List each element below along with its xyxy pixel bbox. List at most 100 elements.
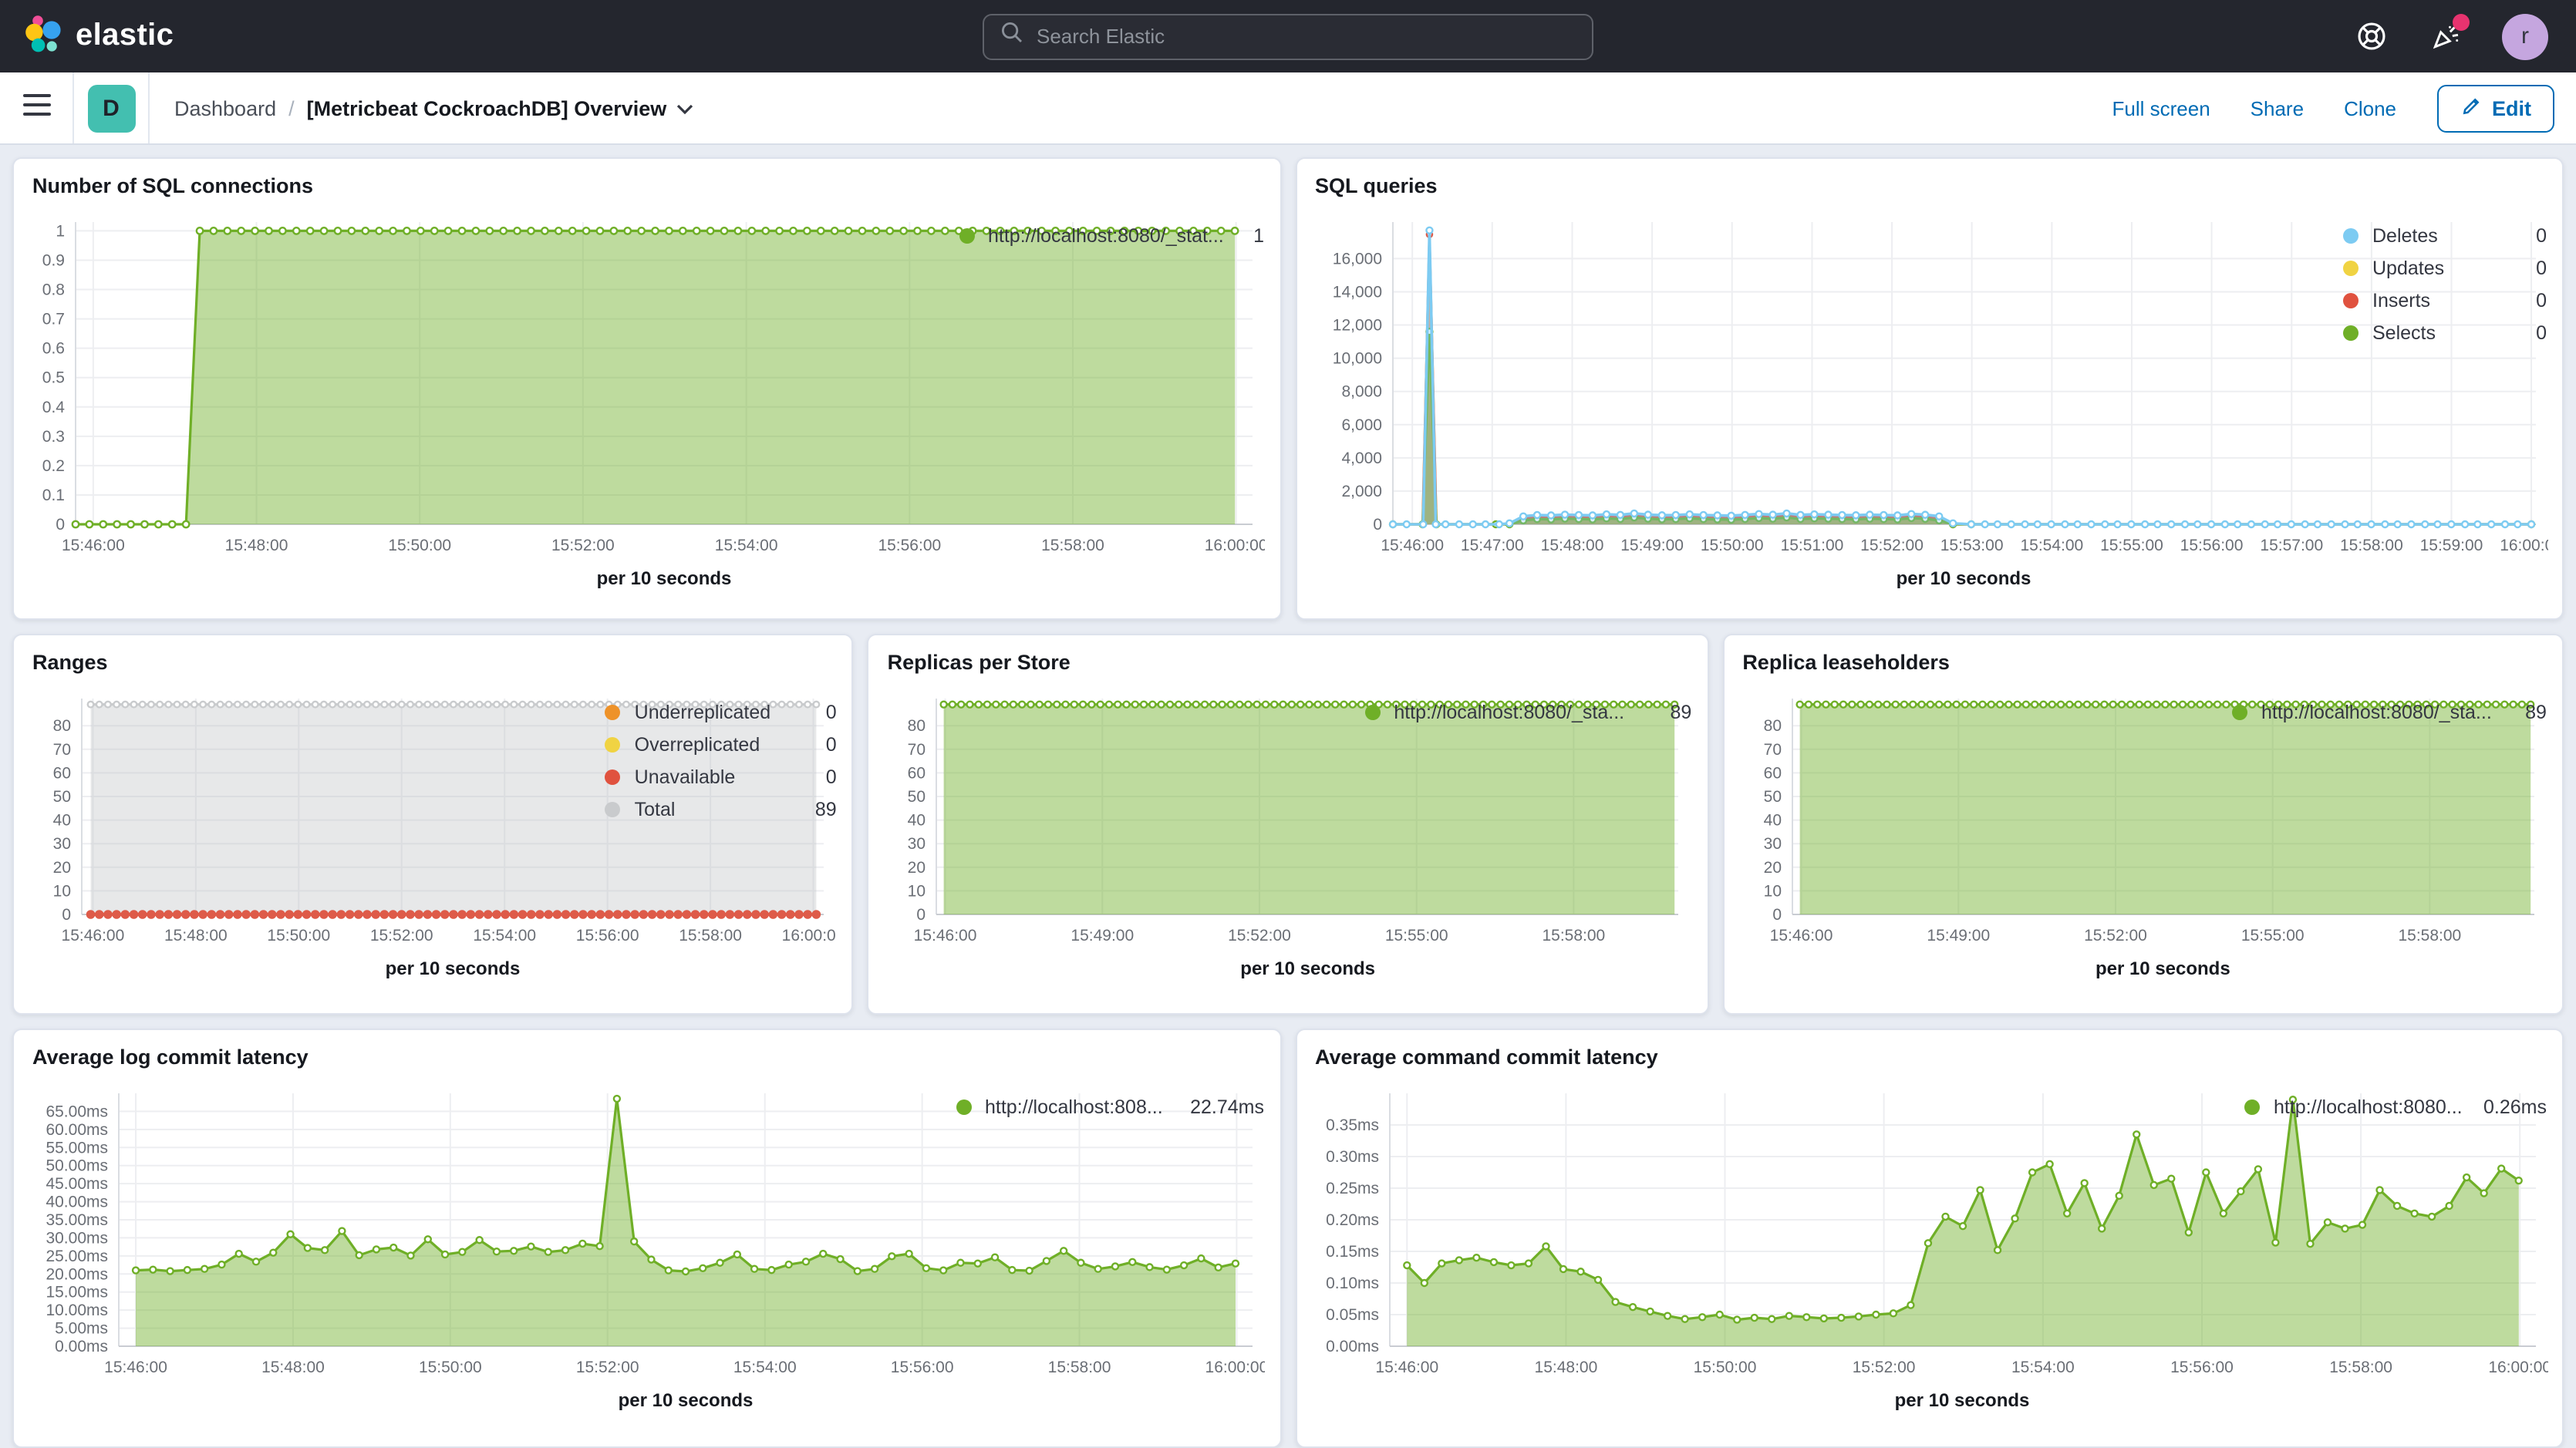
panel-number-of-sql-connections: Number of SQL connections 00.10.20.30.40… xyxy=(12,157,1281,620)
svg-text:0.5: 0.5 xyxy=(42,369,65,387)
svg-text:0: 0 xyxy=(1372,516,1381,534)
chart-canvas-command-commit-latency[interactable]: 0.00ms0.05ms0.10ms0.15ms0.20ms0.25ms0.30… xyxy=(1312,1078,2244,1386)
notification-dot xyxy=(2453,13,2470,30)
svg-text:0.25ms: 0.25ms xyxy=(1325,1180,1378,1197)
share-button[interactable]: Share xyxy=(2251,96,2304,120)
panel-title[interactable]: Replica leaseholders xyxy=(1742,651,2547,674)
panel-title[interactable]: Ranges xyxy=(32,651,837,674)
legend-item[interactable]: Underreplicated0 xyxy=(605,695,837,728)
panel-replicas-per-store: Replicas per Store 0102030405060708015:4… xyxy=(868,634,1709,1015)
svg-text:40: 40 xyxy=(1763,812,1781,830)
chart-canvas-sql-connections[interactable]: 00.10.20.30.40.50.60.70.80.9115:46:0015:… xyxy=(29,207,959,564)
svg-text:0.9: 0.9 xyxy=(42,251,65,269)
svg-text:60.00ms: 60.00ms xyxy=(46,1121,108,1139)
svg-text:0.10ms: 0.10ms xyxy=(1325,1275,1378,1292)
legend-item[interactable]: http://localhost:8080/_sta...89 xyxy=(2232,695,2547,728)
help-icon[interactable] xyxy=(2354,19,2388,53)
elastic-logo-icon xyxy=(22,11,62,62)
svg-text:0.7: 0.7 xyxy=(42,311,65,328)
svg-text:15:48:00: 15:48:00 xyxy=(164,927,228,945)
legend-value: 0 xyxy=(2524,322,2547,343)
newsfeed-icon[interactable] xyxy=(2428,19,2462,53)
legend-item[interactable]: Updates0 xyxy=(2343,251,2547,284)
svg-text:15:49:00: 15:49:00 xyxy=(1927,927,1990,945)
legend-item[interactable]: http://localhost:8080/_stat...1 xyxy=(959,219,1264,251)
svg-text:30: 30 xyxy=(908,835,926,853)
breadcrumb-dashboard[interactable]: Dashboard xyxy=(174,96,276,120)
svg-text:65.00ms: 65.00ms xyxy=(46,1103,108,1120)
user-avatar[interactable]: r xyxy=(2502,13,2548,59)
svg-text:15:54:00: 15:54:00 xyxy=(2011,1359,2074,1376)
legend-item[interactable]: Overreplicated0 xyxy=(605,728,837,760)
legend-item[interactable]: Deletes0 xyxy=(2343,219,2547,251)
chart-canvas-log-commit-latency[interactable]: 0.00ms5.00ms10.00ms15.00ms20.00ms25.00ms… xyxy=(29,1078,956,1386)
svg-text:15:48:00: 15:48:00 xyxy=(1534,1359,1597,1376)
panel-title[interactable]: Number of SQL connections xyxy=(32,174,1264,197)
svg-text:8,000: 8,000 xyxy=(1340,383,1381,401)
panel-title[interactable]: Replicas per Store xyxy=(888,651,1692,674)
svg-text:0.00ms: 0.00ms xyxy=(1325,1338,1378,1355)
panel-title[interactable]: Average log commit latency xyxy=(32,1046,1264,1069)
global-search[interactable] xyxy=(983,13,1593,59)
legend-item[interactable]: Inserts0 xyxy=(2343,284,2547,316)
legend-item[interactable]: Unavailable0 xyxy=(605,760,837,793)
menu-button[interactable] xyxy=(0,72,72,143)
svg-text:14,000: 14,000 xyxy=(1332,283,1381,301)
legend-swatch-icon xyxy=(2232,704,2247,719)
svg-text:70: 70 xyxy=(908,741,926,759)
svg-text:30: 30 xyxy=(53,835,71,853)
svg-text:15:46:00: 15:46:00 xyxy=(62,927,125,945)
svg-text:0: 0 xyxy=(62,906,71,924)
chevron-down-icon[interactable] xyxy=(676,96,694,120)
chart-legend: http://localhost:8080/_sta...89 xyxy=(2232,683,2547,979)
legend-item[interactable]: http://localhost:8080...0.26ms xyxy=(2244,1090,2547,1123)
panel-title[interactable]: Average command commit latency xyxy=(1315,1046,2547,1069)
svg-text:15:50:00: 15:50:00 xyxy=(388,537,451,554)
svg-text:15:54:00: 15:54:00 xyxy=(2019,537,2082,554)
chart-canvas-sql-queries[interactable]: 02,0004,0006,0008,00010,00012,00014,0001… xyxy=(1312,207,2343,564)
search-input[interactable] xyxy=(1037,25,1576,48)
panel-title[interactable]: SQL queries xyxy=(1315,174,2547,197)
legend-item[interactable]: Total 89 xyxy=(605,793,837,825)
svg-text:0.30ms: 0.30ms xyxy=(1325,1148,1378,1166)
legend-swatch-icon xyxy=(605,801,621,817)
legend-value: 89 xyxy=(2513,701,2547,722)
legend-label: Total xyxy=(635,798,676,820)
chart-canvas-replicas-per-store[interactable]: 0102030405060708015:46:0015:49:0015:52:0… xyxy=(885,683,1365,955)
legend-item[interactable]: http://localhost:808...22.74ms xyxy=(956,1090,1264,1123)
svg-text:15:46:00: 15:46:00 xyxy=(62,537,125,554)
svg-text:0.4: 0.4 xyxy=(42,399,66,416)
dashboard-badge-cell: D xyxy=(74,72,148,143)
legend-label: Deletes xyxy=(2372,224,2438,246)
legend-value: 0 xyxy=(2524,257,2547,278)
panel-replica-leaseholders: Replica leaseholders 0102030405060708015… xyxy=(1722,634,2564,1015)
chart-canvas-replica-leaseholders[interactable]: 0102030405060708015:46:0015:49:0015:52:0… xyxy=(1739,683,2232,955)
svg-text:0.00ms: 0.00ms xyxy=(55,1338,108,1355)
legend-item[interactable]: http://localhost:8080/_sta...89 xyxy=(1364,695,1691,728)
dashboard-badge[interactable]: D xyxy=(87,84,135,132)
svg-text:60: 60 xyxy=(1763,764,1781,782)
svg-text:60: 60 xyxy=(53,764,71,782)
page-title[interactable]: [Metricbeat CockroachDB] Overview xyxy=(307,96,695,120)
chart-legend: Underreplicated0Overreplicated0Unavailab… xyxy=(605,683,837,979)
legend-item[interactable]: Selects0 xyxy=(2343,316,2547,349)
dashboard-toolbar: D Dashboard / [Metricbeat CockroachDB] O… xyxy=(0,72,2576,145)
svg-text:15:48:00: 15:48:00 xyxy=(1540,537,1603,554)
svg-text:40: 40 xyxy=(53,812,71,830)
panel-average-log-commit-latency: Average log commit latency 0.00ms5.00ms1… xyxy=(12,1029,1281,1448)
svg-text:50: 50 xyxy=(908,788,926,806)
svg-text:80: 80 xyxy=(1763,717,1781,735)
legend-swatch-icon xyxy=(605,704,621,719)
svg-text:15:46:00: 15:46:00 xyxy=(1374,1359,1438,1376)
svg-text:10.00ms: 10.00ms xyxy=(46,1302,108,1319)
elastic-brand[interactable]: elastic xyxy=(0,11,174,62)
brand-name: elastic xyxy=(76,19,174,54)
svg-text:4,000: 4,000 xyxy=(1340,450,1381,467)
full-screen-button[interactable]: Full screen xyxy=(2112,96,2210,120)
chart-canvas-ranges[interactable]: 0102030405060708015:46:0015:48:0015:50:0… xyxy=(29,683,605,955)
clone-button[interactable]: Clone xyxy=(2344,96,2396,120)
edit-button[interactable]: Edit xyxy=(2436,84,2554,132)
legend-value: 89 xyxy=(803,798,837,820)
legend-swatch-icon xyxy=(605,769,621,784)
svg-text:15:56:00: 15:56:00 xyxy=(891,1359,954,1376)
